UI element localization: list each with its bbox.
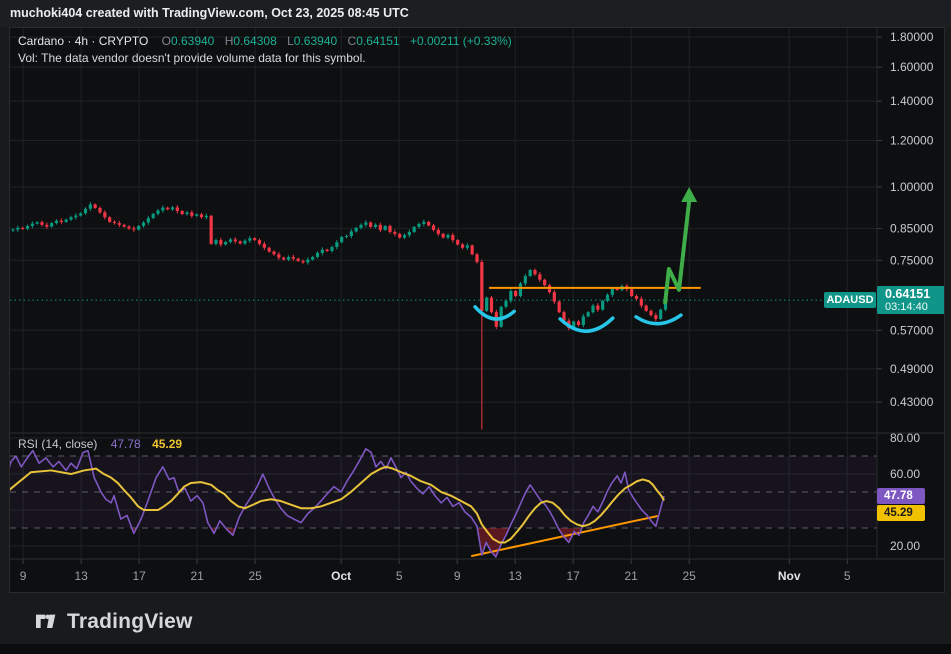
volume-note: Vol: The data vendor doesn't provide vol…: [18, 51, 366, 65]
bottom-strip: [0, 644, 951, 654]
rsi-value-badge: 47.78: [877, 488, 925, 504]
low-label: L: [287, 34, 294, 48]
time-axis-label: 9: [20, 569, 27, 583]
time-axis: 9 13 17 21 25 Oct 5 9 13 17 21 25 Nov 5: [20, 559, 851, 583]
price-axis-label: 1.20000: [890, 133, 934, 147]
tradingview-logo-text: TradingView: [67, 610, 193, 634]
price-axis-label: 1.40000: [890, 94, 934, 108]
price-axis-label: 0.43000: [890, 395, 934, 409]
price-axis-label: 0.85000: [890, 221, 934, 235]
symbol-title: Cardano · 4h · CRYPTO: [18, 34, 148, 48]
time-axis-label: 21: [624, 569, 638, 583]
open-label: O: [162, 34, 171, 48]
top-bar: muchoki404 created with TradingView.com,…: [0, 0, 951, 27]
open-value: 0.63940: [171, 34, 214, 48]
rsi-axis-label: 80.00: [890, 431, 920, 445]
bar-countdown: 03:14:40: [885, 301, 945, 313]
price-badge[interactable]: 0.64151 03:14:40: [877, 286, 945, 314]
time-axis-label: 5: [844, 569, 851, 583]
time-axis-label: 25: [248, 569, 262, 583]
symbol-legend: Cardano · 4h · CRYPTO O0.63940 H0.64308 …: [18, 34, 519, 48]
candles: [11, 202, 667, 430]
price-axis-label: 0.75000: [890, 253, 934, 267]
rsi-axis-label: 60.00: [890, 467, 920, 481]
chart-canvas[interactable]: 1.80000 1.60000 1.40000 1.20000 1.00000 0.850…: [10, 28, 945, 593]
rsi-value: 47.78: [111, 437, 141, 451]
time-axis-label: 17: [566, 569, 580, 583]
last-price: 0.64151: [885, 287, 945, 301]
time-axis-label: Nov: [778, 569, 801, 583]
price-axis-label: 1.80000: [890, 30, 934, 44]
rsi-ma-value: 45.29: [152, 437, 182, 451]
time-axis-label: 21: [190, 569, 204, 583]
close-label: C: [348, 34, 357, 48]
footer: TradingView: [36, 610, 193, 634]
rsi-ma-value-badge: 45.29: [877, 505, 925, 521]
rsi-title: RSI (14, close): [18, 437, 97, 451]
price-axis-label: 1.60000: [890, 60, 934, 74]
low-value: 0.63940: [294, 34, 337, 48]
rsi-legend: RSI (14, close) 47.78 45.29: [18, 437, 182, 451]
close-value: 0.64151: [356, 34, 399, 48]
rsi-axis-label: 20.00: [890, 539, 920, 553]
chart-container[interactable]: 1.80000 1.60000 1.40000 1.20000 1.00000 0.850…: [9, 27, 945, 593]
change-value: +0.00211 (+0.33%): [410, 34, 512, 48]
time-axis-label: Oct: [331, 569, 351, 583]
price-axis-label: 0.49000: [890, 362, 934, 376]
price-axis-label: 0.57000: [890, 323, 934, 337]
price-axis-label: 1.00000: [890, 180, 934, 194]
symbol-price-label[interactable]: ADAUSD: [824, 292, 876, 308]
time-axis-label: 13: [509, 569, 523, 583]
time-axis-label: 5: [396, 569, 403, 583]
high-value: 0.64308: [233, 34, 276, 48]
tradingview-logo-icon: [36, 611, 56, 633]
price-axis: 1.80000 1.60000 1.40000 1.20000 1.00000 0.850…: [877, 30, 934, 409]
time-axis-label: 25: [682, 569, 696, 583]
watermark-text: muchoki404 created with TradingView.com,…: [10, 6, 409, 20]
time-axis-label: 9: [454, 569, 461, 583]
time-axis-label: 13: [74, 569, 88, 583]
time-axis-label: 17: [132, 569, 146, 583]
